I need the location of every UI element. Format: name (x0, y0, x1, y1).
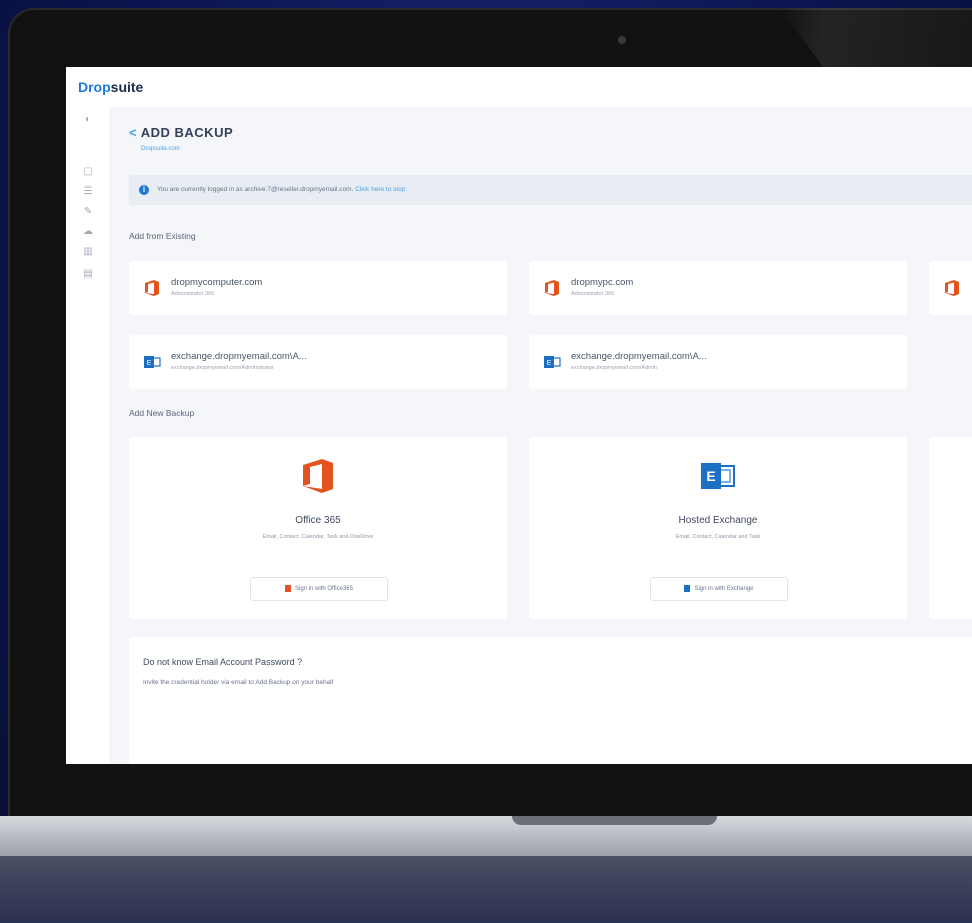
password-help-text[interactable]: Invite the credential holder via email t… (143, 679, 333, 686)
sidebar: ◐ ▢ ☰ ✎ ☁ ▥ ▤ (66, 107, 111, 764)
office365-icon (545, 280, 559, 296)
new-backup-desc: Email, Contact, Calendar, Task and OneDr… (262, 534, 374, 540)
brand-logo[interactable]: Dropsuite (78, 79, 143, 95)
account-sub: Administrator 365 (571, 291, 615, 297)
attachment-icon[interactable]: ✎ (83, 207, 93, 217)
office365-icon (945, 280, 959, 296)
info-text: You are currently logged in as archive.7… (157, 186, 405, 193)
account-sub: exchange.dropmyemail.com\Admin (571, 365, 657, 371)
page-title-text: ADD BACKUP (140, 125, 234, 140)
office365-mini-icon (285, 584, 292, 592)
existing-account-card[interactable]: dropmycomputer.com Administrator 365 (129, 261, 507, 315)
account-name: dropmypc.com (571, 277, 634, 288)
new-backup-card-partial (929, 437, 972, 619)
exchange-icon: E (544, 356, 561, 368)
account-sub: exchange.dropmyemail.com\Administrator (171, 365, 274, 371)
laptop-base-shadow (0, 856, 972, 923)
brand-part-2: suite (110, 79, 144, 95)
cloud-icon[interactable]: ☁ (83, 227, 93, 237)
account-name: exchange.dropmyemail.com\A... (571, 351, 707, 362)
new-backup-title: Office 365 (295, 515, 341, 526)
existing-account-card[interactable]: dropmypc.com Administrator 365 (529, 261, 907, 315)
app-screen: Dropsuite ◐ ▢ ☰ ✎ ☁ ▥ ▤ < ADD BACKUP Dro… (66, 67, 972, 764)
chart-icon[interactable]: ▥ (83, 247, 93, 257)
toggle-icon[interactable]: ◐ (83, 115, 93, 125)
exchange-icon: E (144, 356, 161, 368)
password-help-title: Do not know Email Account Password ? (143, 657, 303, 667)
section-new-label: Add New Backup (129, 408, 195, 418)
account-name: exchange.dropmyemail.com\A... (171, 351, 307, 362)
back-icon[interactable]: < (129, 125, 137, 140)
info-icon: i (139, 185, 149, 195)
top-bar: Dropsuite (66, 67, 972, 108)
document-icon[interactable]: ▤ (83, 269, 93, 279)
breadcrumb[interactable]: Dropsuite.com (141, 146, 180, 152)
new-backup-card-exchange: E Hosted Exchange Email, Contact, Calend… (529, 437, 907, 619)
info-message: You are currently logged in as archive.7… (157, 186, 354, 193)
info-banner: i You are currently logged in as archive… (129, 175, 972, 205)
main-content: < ADD BACKUP Dropsuite.com i You are cur… (111, 107, 972, 764)
laptop-base (0, 816, 972, 856)
list-icon[interactable]: ☰ (83, 187, 93, 197)
signin-office365-button[interactable]: Sign in with Office365 (250, 577, 388, 601)
exchange-mini-icon (684, 584, 691, 592)
laptop-notch (512, 816, 717, 825)
new-backup-title: Hosted Exchange (678, 515, 758, 526)
signin-exchange-button[interactable]: Sign in with Exchange (650, 577, 788, 601)
exchange-logo-icon: E (701, 463, 735, 489)
existing-account-card-partial[interactable] (929, 261, 972, 315)
existing-account-card[interactable]: E exchange.dropmyemail.com\A... exchange… (129, 335, 507, 389)
signin-label: Sign in with Office365 (295, 586, 353, 592)
new-backup-desc: Email, Contact, Calendar and Task (675, 534, 761, 540)
account-name: dropmycomputer.com (171, 277, 263, 288)
stop-link[interactable]: Click here to stop (355, 186, 405, 193)
brand-part-1: Drop (78, 79, 111, 95)
page-title: < ADD BACKUP (129, 125, 233, 140)
section-existing-label: Add from Existing (129, 231, 196, 241)
existing-account-card[interactable]: E exchange.dropmyemail.com\A... exchange… (529, 335, 907, 389)
svg-text:E: E (706, 468, 715, 484)
svg-text:E: E (147, 360, 152, 367)
signin-label: Sign in with Exchange (694, 586, 754, 592)
office365-logo-icon (303, 459, 333, 493)
account-sub: Administrator 365 (171, 291, 215, 297)
password-help-card: Do not know Email Account Password ? Inv… (129, 637, 972, 764)
office365-icon (145, 280, 159, 296)
svg-text:E: E (547, 360, 552, 367)
webcam (618, 36, 626, 44)
home-icon[interactable]: ▢ (83, 167, 93, 177)
new-backup-card-office365: Office 365 Email, Contact, Calendar, Tas… (129, 437, 507, 619)
